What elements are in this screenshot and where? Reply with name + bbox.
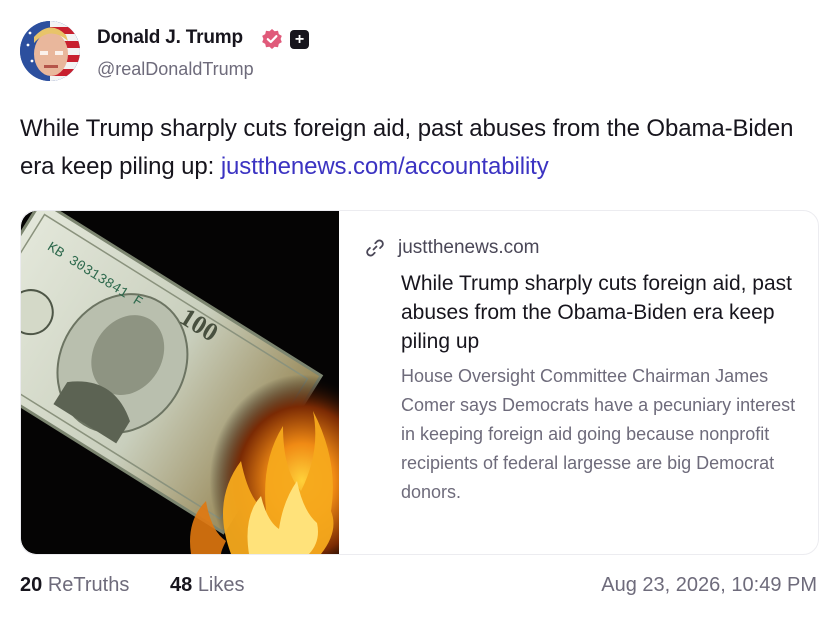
post-link[interactable]: justthenews.com/accountability — [221, 153, 549, 180]
author-handle[interactable]: @realDonaldTrump — [97, 59, 254, 80]
retruths-stat[interactable]: 20 ReTruths — [20, 570, 129, 600]
post-timestamp[interactable]: Aug 23, 2026, 10:49 PM — [601, 570, 817, 600]
card-domain: justthenews.com — [398, 237, 540, 258]
author-name[interactable]: Donald J. Trump — [97, 27, 243, 49]
verified-badge-icon — [262, 29, 282, 49]
card-title[interactable]: While Trump sharply cuts foreign aid, pa… — [401, 269, 806, 356]
likes-stat[interactable]: 48 Likes — [170, 570, 245, 600]
post-text: While Trump sharply cuts foreign aid, pa… — [20, 110, 830, 186]
plus-icon[interactable]: + — [290, 30, 309, 49]
likes-count: 48 — [170, 574, 193, 596]
card-description: House Oversight Committee Chairman James… — [401, 366, 796, 502]
burning-dollar-bill-image[interactable]: KB 30313841 F 100 — [21, 211, 339, 554]
card-domain-row: justthenews.com — [364, 235, 540, 261]
link-icon — [366, 239, 384, 257]
retruths-count: 20 — [20, 574, 43, 596]
avatar[interactable] — [20, 21, 80, 81]
truth-post: Donald J. Trump + @realDonaldTrump While… — [0, 0, 840, 623]
post-footer: 20 ReTruths 48 Likes Aug 23, 2026, 10:49… — [20, 570, 817, 600]
likes-label: Likes — [197, 574, 245, 596]
link-preview-card[interactable]: KB 30313841 F 100 justthenews.com While … — [20, 210, 819, 555]
retruths-label: ReTruths — [47, 574, 130, 596]
